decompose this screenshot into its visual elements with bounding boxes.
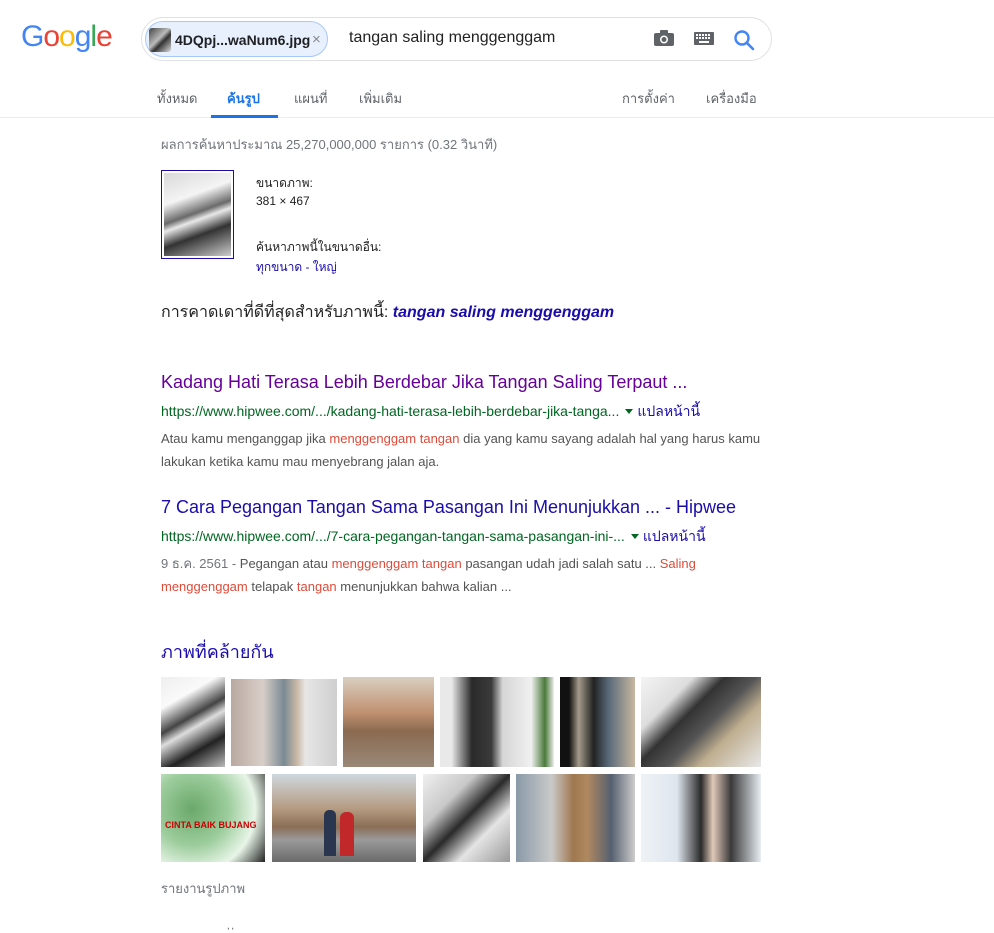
chip-filename: 4DQpj...waNum6.jpg — [175, 32, 311, 48]
similar-image[interactable] — [516, 774, 635, 862]
chip-thumbnail — [149, 28, 171, 52]
search-result: 7 Cara Pegangan Tangan Sama Pasangan Ini… — [161, 497, 771, 598]
result-title-link[interactable]: 7 Cara Pegangan Tangan Sama Pasangan Ini… — [161, 497, 771, 518]
suit-figure — [324, 810, 336, 856]
similar-image[interactable] — [231, 679, 337, 766]
logo-letter: o — [59, 20, 76, 53]
result-snippet: 9 ธ.ค. 2561 - Pegangan atau menggenggam … — [161, 552, 771, 598]
report-images-link[interactable]: รายงานรูปภาพ — [161, 878, 245, 899]
snippet-highlight: tangan — [296, 579, 337, 594]
query-image — [164, 173, 231, 256]
snippet-text: Atau kamu menganggap jika — [161, 431, 330, 446]
result-snippet: Atau kamu menganggap jika menggenggam ta… — [161, 427, 771, 473]
other-sizes-link[interactable]: ทุกขนาด - ใหญ่ — [256, 258, 337, 277]
dropdown-arrow-icon[interactable] — [630, 533, 639, 539]
similar-image[interactable] — [641, 677, 761, 767]
similar-image[interactable] — [272, 774, 416, 862]
snippet-highlight: menggenggam — [161, 579, 248, 594]
image-size-label: ขนาดภาพ: — [256, 176, 313, 190]
dropdown-arrow-icon[interactable] — [625, 408, 634, 414]
similar-image[interactable] — [423, 774, 510, 862]
search-box: 4DQpj...waNum6.jpg × — [141, 17, 772, 61]
snippet-text: pasangan udah jadi salah satu ... — [461, 556, 660, 571]
search-result: Kadang Hati Terasa Lebih Berdebar Jika T… — [161, 372, 771, 473]
logo-letter: g — [74, 20, 92, 53]
close-icon[interactable]: × — [312, 31, 321, 48]
other-sizes-label: ค้นหาภาพนี้ในขนาดอื่น: — [256, 240, 382, 254]
snippet-text: telapak — [247, 579, 297, 594]
tab-maps[interactable]: แผนที่ — [294, 88, 327, 109]
result-url: https://www.hipwee.com/.../kadang-hati-t… — [161, 401, 771, 423]
snippet-text: menunjukkan bahwa kalian ... — [336, 579, 512, 594]
similar-images-heading[interactable]: ภาพที่คล้ายกัน — [161, 637, 274, 666]
search-icon[interactable] — [733, 29, 755, 51]
logo-letter: G — [21, 20, 44, 53]
best-guess-label: การคาดเดาที่ดีที่สุดสำหรับภาพนี้: — [161, 304, 389, 321]
result-url: https://www.hipwee.com/.../7-cara-pegang… — [161, 526, 771, 548]
google-logo[interactable]: Google — [21, 20, 113, 54]
result-url-text: https://www.hipwee.com/.../kadang-hati-t… — [161, 403, 620, 419]
snippet-highlight: menggenggam tangan — [331, 556, 462, 571]
search-input[interactable] — [349, 29, 629, 47]
similar-image[interactable]: CINTA BAIK BUJANG — [161, 774, 265, 862]
snippet-text: Pegangan atau — [239, 556, 332, 571]
result-stats: ผลการค้นหาประมาณ 25,270,000,000 รายการ (… — [161, 137, 498, 152]
camera-icon[interactable] — [654, 30, 674, 46]
dress-figure — [340, 812, 354, 856]
translate-link[interactable]: แปลหน้านี้ — [643, 528, 706, 544]
logo-letter: e — [96, 20, 113, 53]
cut-off-text: ่ ่ — [230, 926, 234, 933]
snippet-highlight: Saling — [659, 556, 696, 571]
similar-image[interactable] — [641, 774, 761, 862]
keyboard-icon[interactable] — [694, 32, 714, 45]
tab-tools[interactable]: เครื่องมือ — [706, 88, 757, 109]
similar-image[interactable] — [440, 677, 554, 767]
image-chip[interactable]: 4DQpj...waNum6.jpg × — [145, 21, 328, 57]
header: Google 4DQpj...waNum6.jpg × tangan salin… — [0, 0, 994, 118]
logo-letter: o — [43, 20, 60, 53]
search-tabs: ทั้งหมด ค้นรูป แผนที่ เพิ่มเติม การตั้งค… — [0, 78, 994, 118]
best-guess-link[interactable]: tangan saling menggenggam — [393, 304, 614, 321]
result-title-link[interactable]: Kadang Hati Terasa Lebih Berdebar Jika T… — [161, 372, 771, 393]
tab-images[interactable]: ค้นรูป — [227, 88, 260, 109]
query-image-thumbnail[interactable] — [161, 170, 234, 259]
best-guess: การคาดเดาที่ดีที่สุดสำหรับภาพนี้: tangan… — [161, 300, 614, 325]
snippet-highlight: menggenggam tangan — [329, 431, 460, 446]
tab-more[interactable]: เพิ่มเติม — [359, 88, 402, 109]
image-overlay-text: CINTA BAIK BUJANG — [165, 820, 257, 830]
similar-image[interactable] — [560, 677, 635, 767]
result-url-text: https://www.hipwee.com/.../7-cara-pegang… — [161, 528, 625, 544]
tab-settings[interactable]: การตั้งค่า — [622, 88, 675, 109]
result-date: 9 ธ.ค. 2561 - — [161, 556, 240, 571]
active-tab-indicator — [211, 115, 278, 118]
similar-image[interactable] — [343, 677, 434, 767]
similar-image[interactable] — [161, 677, 225, 767]
translate-link[interactable]: แปลหน้านี้ — [637, 403, 700, 419]
tab-all[interactable]: ทั้งหมด — [157, 88, 198, 109]
image-size-value: 381 × 467 — [256, 194, 310, 208]
